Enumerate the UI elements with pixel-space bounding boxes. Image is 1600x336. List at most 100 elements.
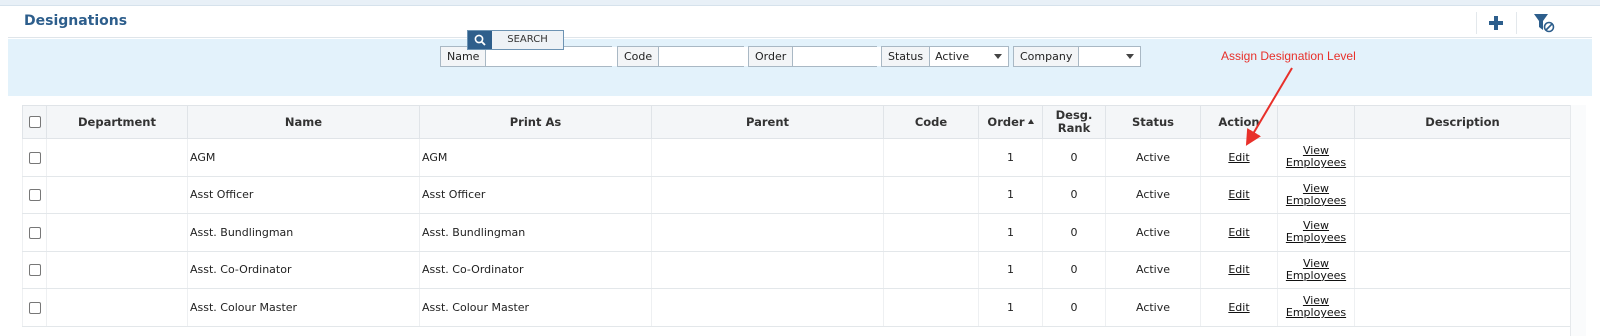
view-employees-link[interactable]: View Employees <box>1286 145 1346 169</box>
add-button[interactable] <box>1484 11 1508 35</box>
row-checkbox[interactable] <box>28 301 41 314</box>
company-filter: Company <box>1013 46 1141 67</box>
action-cell: Edit <box>1200 176 1278 214</box>
column-header-code[interactable]: Code <box>883 105 979 139</box>
row-checkbox[interactable] <box>28 226 41 239</box>
name-cell: AGM <box>187 138 420 177</box>
chevron-down-icon <box>994 54 1002 59</box>
table-row[interactable]: Asst Officer Asst Officer 1 0 Active Edit View… <box>22 176 1571 214</box>
parent-cell <box>651 213 884 252</box>
table-row[interactable]: Asst. Bundlingman Asst. Bundlingman 1 0 Acti… <box>22 213 1571 252</box>
grid-scroll-edge <box>1570 105 1586 336</box>
filter-bar: Name Code Order Status Active Company <box>8 39 1592 96</box>
column-header-parent[interactable]: Parent <box>651 105 884 139</box>
company-select[interactable] <box>1079 47 1140 66</box>
view-employees-line2: Employees <box>1285 231 1347 245</box>
description-cell <box>1354 138 1571 177</box>
description-cell <box>1354 288 1571 327</box>
row-select-cell <box>22 288 47 327</box>
table-row[interactable]: AGM AGM 1 0 Active Edit View Employees <box>22 138 1571 177</box>
view-employees-link[interactable]: View Employees <box>1286 220 1346 244</box>
select-all-checkbox[interactable] <box>28 116 41 128</box>
department-cell <box>46 176 188 214</box>
description-cell <box>1354 251 1571 289</box>
name-cell: Asst. Co-Ordinator <box>187 251 420 289</box>
row-checkbox[interactable] <box>28 264 41 277</box>
department-cell <box>46 138 188 177</box>
designations-table: Department Name Print As Parent Code Ord… <box>22 105 1571 327</box>
status-filter-label: Status <box>882 47 931 66</box>
view-employees-link[interactable]: View Employees <box>1286 295 1346 319</box>
parent-cell <box>651 176 884 214</box>
code-filter: Code <box>617 46 815 67</box>
column-header-print-as[interactable]: Print As <box>419 105 652 139</box>
sort-asc-icon <box>1027 118 1034 124</box>
code-cell <box>883 213 979 252</box>
department-cell <box>46 251 188 289</box>
status-cell: Active <box>1105 213 1201 252</box>
code-cell <box>883 251 979 289</box>
edit-link[interactable]: Edit <box>1228 151 1249 164</box>
column-header-name[interactable]: Name <box>187 105 420 139</box>
row-checkbox[interactable] <box>28 189 41 202</box>
view-cell: View Employees <box>1277 213 1355 252</box>
view-employees-line2: Employees <box>1285 306 1347 320</box>
description-cell <box>1354 213 1571 252</box>
column-header-description[interactable]: Description <box>1354 105 1571 139</box>
view-employees-link[interactable]: View Employees <box>1286 257 1346 282</box>
status-select-value: Active <box>935 50 970 63</box>
column-header-action: Action <box>1200 105 1278 139</box>
print-as-cell: Asst. Bundlingman <box>419 213 652 252</box>
status-cell: Active <box>1105 176 1201 214</box>
table-row[interactable]: Asst. Co-Ordinator Asst. Co-Ordinator 1 0 Ac… <box>22 251 1571 289</box>
rank-cell: 0 <box>1042 288 1106 327</box>
edit-link[interactable]: Edit <box>1228 189 1249 201</box>
page-header: Designations <box>8 6 1592 38</box>
filter-clear-icon <box>1534 14 1555 33</box>
column-header-desg-rank[interactable]: Desg. Rank <box>1042 105 1106 139</box>
search-button-label: SEARCH <box>507 34 548 45</box>
status-cell: Active <box>1105 251 1201 289</box>
action-cell: Edit <box>1200 138 1278 177</box>
view-employees-link[interactable]: View Employees <box>1286 182 1346 207</box>
annotation-label: Assign Designation Level <box>1221 49 1356 63</box>
order-cell: 1 <box>978 213 1043 252</box>
department-cell <box>46 213 188 252</box>
parent-cell <box>651 251 884 289</box>
row-select-cell <box>22 213 47 252</box>
print-as-cell: Asst. Colour Master <box>419 288 652 327</box>
row-select-cell <box>22 176 47 214</box>
column-header-department[interactable]: Department <box>46 105 188 139</box>
row-select-cell <box>22 138 47 177</box>
company-filter-label: Company <box>1014 47 1080 66</box>
column-header-order[interactable]: Order <box>978 105 1043 139</box>
header-divider <box>1516 12 1517 34</box>
search-button[interactable]: SEARCH <box>467 30 564 50</box>
print-as-cell: Asst. Co-Ordinator <box>419 251 652 289</box>
edit-link[interactable]: Edit <box>1228 226 1249 239</box>
header-divider <box>1476 12 1477 34</box>
row-checkbox[interactable] <box>28 151 41 164</box>
order-filter: Order <box>748 46 949 67</box>
search-icon <box>468 31 492 49</box>
table-row[interactable]: Asst. Colour Master Asst. Colour Master 1 0… <box>22 288 1571 327</box>
column-header-status[interactable]: Status <box>1105 105 1201 139</box>
edit-link[interactable]: Edit <box>1228 264 1249 276</box>
name-cell: Asst Officer <box>187 176 420 214</box>
select-all-header <box>22 105 47 139</box>
edit-link[interactable]: Edit <box>1228 301 1249 314</box>
table-body: AGM AGM 1 0 Active Edit View Employees Asst Offi… <box>22 138 1571 327</box>
status-select[interactable]: Active <box>930 47 1008 66</box>
code-cell <box>883 138 979 177</box>
print-as-cell: AGM <box>419 138 652 177</box>
print-as-cell: Asst Officer <box>419 176 652 214</box>
order-cell: 1 <box>978 138 1043 177</box>
row-select-cell <box>22 251 47 289</box>
desg-rank-header-line1: Desg. <box>1055 108 1093 122</box>
view-cell: View Employees <box>1277 138 1355 177</box>
order-header-label: Order <box>987 114 1025 129</box>
rank-cell: 0 <box>1042 251 1106 289</box>
clear-filter-button[interactable] <box>1532 11 1556 35</box>
action-cell: Edit <box>1200 251 1278 289</box>
code-cell <box>883 288 979 327</box>
